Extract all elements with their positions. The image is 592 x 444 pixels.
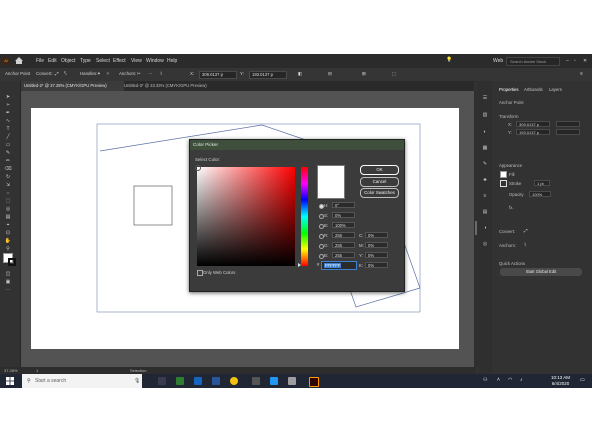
calculator-icon[interactable] [252,377,260,385]
prop-x-input[interactable]: 309.0137 p [516,121,550,127]
opacity-input[interactable]: 100% [529,191,551,197]
prop-h-input[interactable] [556,129,580,135]
artboard-number[interactable]: 1 [36,368,38,373]
hue-slider[interactable] [298,167,308,267]
c-input[interactable]: 0% [365,232,388,238]
zoom-level[interactable]: 37.28% [4,368,18,373]
fill-label: Fill [509,172,515,177]
people-icon[interactable]: ⚇ [483,377,487,383]
gradient-panel-icon[interactable]: ▤ [481,209,489,215]
app-icon[interactable] [270,377,278,385]
g-input[interactable]: 255 [332,242,355,248]
hex-input[interactable]: FFFFFF [321,261,357,270]
h-input[interactable]: 0° [332,202,355,208]
prop-convert-label: Convert: [499,229,516,234]
word-icon[interactable] [212,377,220,385]
stroke-weight-input[interactable]: 1 pt [534,180,550,186]
k-label: K: [359,263,364,268]
hue-slider-handle[interactable] [298,263,301,267]
color-field-cursor[interactable] [195,165,201,171]
wifi-icon[interactable]: ◠ [508,377,512,383]
prop-anchors-label: Anchors: [499,243,516,248]
m-label: M: [359,243,364,248]
task-view-icon[interactable] [158,377,166,385]
windows-start-icon[interactable] [6,377,14,385]
excel-icon[interactable] [176,377,184,385]
prop-convert-icon[interactable]: ⤢ [524,228,527,233]
appearance-heading: Appearance [499,163,523,168]
quick-actions-heading: Quick Actions [499,261,526,266]
color-preview-swatch [317,165,345,199]
k-input[interactable]: 0% [365,262,388,268]
hex-value: FFFFFF [324,263,342,268]
r-label: R: [324,233,329,238]
taskbar-search-text: Start a search [35,378,67,384]
brushes-panel-icon[interactable]: ✎ [481,161,489,167]
small-rectangle [133,185,173,226]
properties-panel-icon[interactable]: ☰ [481,95,489,101]
color-field[interactable] [195,165,295,266]
selection-type-heading: Anchor Point [499,100,524,105]
ok-button[interactable]: OK [360,165,399,175]
microphone-icon[interactable]: 🎙 [134,374,140,388]
illustrator-taskbar-icon[interactable] [309,377,319,387]
chrome-icon[interactable] [230,377,238,385]
swatches-panel-icon[interactable]: ▦ [481,145,489,151]
outlook-icon[interactable] [194,377,202,385]
panel-icon-strip: ☰ ▥ ◐ ▦ ✎ ♣ ≡ ▤ ◑ ◎ [478,81,492,375]
prop-y-input[interactable]: 193.0137 p [516,129,550,135]
tools-icon[interactable] [288,377,296,385]
h-label: H: [324,203,329,208]
g-label: G: [324,243,329,248]
tab-artboards[interactable]: Artboards [524,87,543,92]
prop-x-label: X: [508,122,513,127]
c-label: C: [359,233,364,238]
cancel-button[interactable]: Cancel [360,177,399,187]
notifications-icon[interactable]: ▭ [580,377,585,383]
r-input[interactable]: 255 [332,232,355,238]
volume-icon[interactable]: ♪ [520,377,523,383]
fx-button[interactable]: fx. [509,205,514,210]
symbols-panel-icon[interactable]: ♣ [481,177,489,183]
stroke-panel-icon[interactable]: ≡ [481,193,489,199]
appearance-stroke-swatch[interactable] [500,180,507,187]
y-label-cmyk: Y: [359,253,363,258]
start-global-edit-button[interactable]: Start Global Edit [500,268,582,276]
blue-input[interactable]: 255 [332,252,355,258]
system-clock[interactable]: 10:13 AM 6/4/2020 [551,375,570,387]
color-swatches-button[interactable]: Color Swatches [360,188,399,198]
b-label: B: [324,223,329,228]
select-color-label: Select Color: [195,157,221,162]
search-icon: ⚲ [27,378,31,384]
dialog-title[interactable]: Color Picker [190,140,404,150]
stroke-label: Stroke [509,181,522,186]
only-web-colors-label[interactable]: Only Web Colors [203,270,235,275]
blue-label: B: [324,253,329,258]
status-mode: Selection [130,368,147,373]
y-input-cmyk[interactable]: 0% [365,252,388,258]
m-input[interactable]: 0% [365,242,388,248]
hex-label: # [317,262,320,267]
appearance-panel-icon[interactable]: ◎ [481,241,489,247]
appearance-fill-swatch[interactable] [500,171,507,178]
transparency-panel-icon[interactable]: ◑ [481,225,489,231]
transform-heading: Transform [499,114,519,119]
taskbar-search-box[interactable]: ⚲ Start a search 🎙 [22,374,142,388]
s-input[interactable]: 0% [332,212,355,218]
tab-properties[interactable]: Properties [499,87,519,92]
tray-arrow-icon[interactable]: ˄ [497,377,500,383]
prop-y-label: Y: [508,130,512,135]
opacity-label: Opacity [509,192,524,197]
clock-date: 6/4/2020 [551,381,570,386]
properties-panel: Properties Artboards Layers Anchor Point… [494,81,592,375]
color-picker-dialog: Color Picker Select Color: OK Cancel Col… [189,139,405,292]
b-input[interactable]: 100% [332,222,355,228]
libraries-panel-icon[interactable]: ▥ [481,112,489,118]
s-label: S: [324,213,329,218]
tab-layers[interactable]: Layers [549,87,562,92]
prop-w-input[interactable] [556,121,580,127]
prop-anchors-icon[interactable]: ⌇ [524,242,526,248]
color-panel-icon[interactable]: ◐ [481,129,489,135]
